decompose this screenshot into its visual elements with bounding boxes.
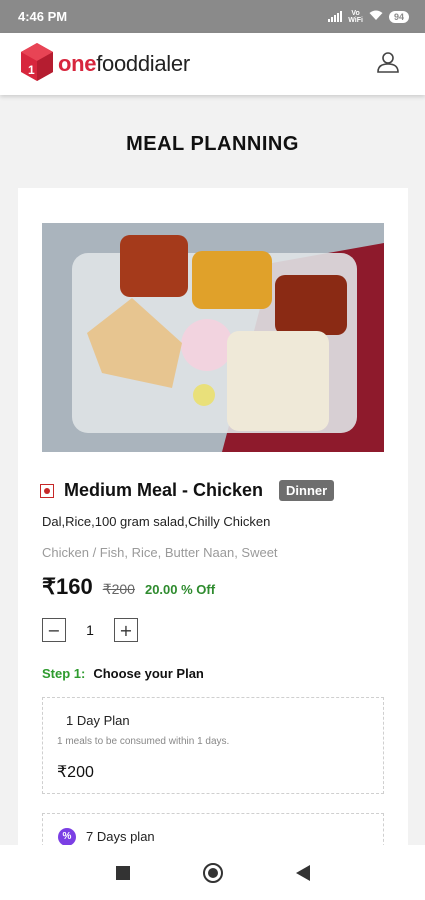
plan-option-1-day[interactable]: 1 Day Plan 1 meals to be consumed within… — [42, 697, 384, 794]
non-veg-indicator-icon — [40, 483, 54, 498]
meal-items: Dal,Rice,100 gram salad,Chilly Chicken — [42, 514, 271, 529]
app-bar: 1 onefooddialer — [0, 33, 425, 95]
battery-icon: 94 — [388, 10, 409, 23]
step-heading: Step 1: Choose your Plan — [42, 666, 204, 681]
plan-description: 1 meals to be consumed within 1 days. — [57, 736, 230, 747]
brand-rest: fooddialer — [96, 51, 190, 76]
plan-name: 1 Day Plan — [66, 713, 130, 728]
triangle-back-icon[interactable] — [292, 862, 314, 884]
meal-card: Medium Meal - Chicken Dinner Dal,Rice,10… — [18, 188, 408, 873]
brand-logo[interactable]: 1 onefooddialer — [20, 42, 190, 87]
decrease-quantity-button[interactable]: − — [42, 618, 66, 642]
cube-logo-icon: 1 — [20, 42, 54, 87]
circle-icon[interactable] — [202, 862, 224, 884]
step-number: Step 1: — [42, 666, 86, 681]
meal-type-badge: Dinner — [279, 480, 335, 501]
status-time: 4:46 PM — [18, 9, 68, 24]
quantity-value: 1 — [86, 622, 94, 638]
status-bar: 4:46 PM Vo WiFi 94 — [0, 0, 425, 33]
meal-tray-image — [42, 223, 384, 452]
meal-discount: 20.00 % Off — [144, 582, 216, 597]
page-title: MEAL PLANNING — [126, 133, 299, 155]
quantity-stepper: − 1 + — [42, 618, 138, 642]
plan-price: ₹200 — [57, 764, 94, 781]
system-icons: Vo WiFi 94 — [328, 10, 409, 24]
brand-name: onefooddialer — [58, 51, 190, 77]
user-icon[interactable] — [377, 51, 399, 78]
brand-one: one — [58, 51, 97, 76]
meal-price: ₹160 — [42, 574, 93, 599]
meal-mrp: ₹200 — [102, 581, 135, 597]
system-nav-bar — [0, 845, 425, 900]
svg-text:1: 1 — [28, 63, 35, 77]
meal-name: Medium Meal - Chicken — [64, 480, 264, 500]
signal-icon — [328, 11, 343, 22]
meal-title-row: Medium Meal - Chicken Dinner — [40, 480, 335, 501]
percent-badge-icon: % — [58, 828, 76, 846]
square-icon[interactable] — [112, 862, 134, 884]
wifi-icon — [369, 10, 383, 23]
price-row: ₹160 ₹200 20.00 % Off — [42, 574, 215, 600]
meal-tags: Chicken / Fish, Rice, Butter Naan, Sweet — [42, 545, 278, 560]
increase-quantity-button[interactable]: + — [114, 618, 138, 642]
step-label: Choose your Plan — [93, 666, 204, 681]
plan-name: 7 Days plan — [86, 829, 155, 844]
vowifi-label: Vo WiFi — [348, 9, 363, 24]
